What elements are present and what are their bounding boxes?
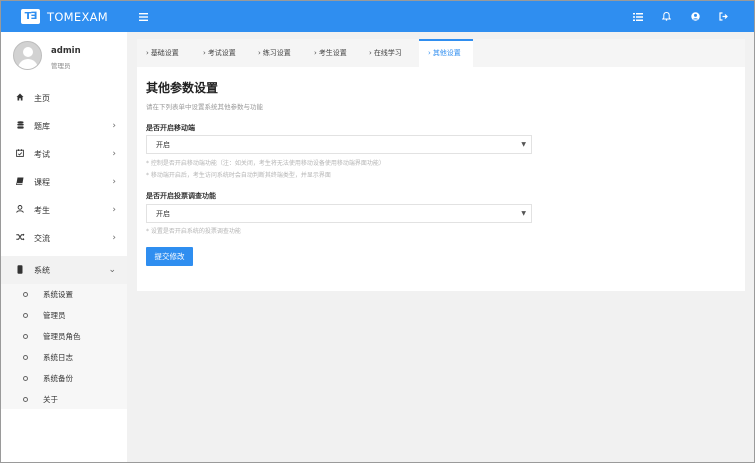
sidebar-item-label: 考生 (34, 205, 50, 215)
user-icon (15, 205, 25, 215)
survey-field-label: 是否开启投票调查功能 (146, 192, 216, 200)
tab-examinee-settings[interactable]: › 考生设置 (314, 39, 347, 67)
chevron-right-icon: › (112, 233, 116, 243)
submenu-item-about[interactable]: 关于 (1, 389, 127, 410)
chevron-right-icon: › (112, 177, 116, 187)
sidebar-item-home[interactable]: 主页 (1, 84, 127, 112)
tab-exam-settings[interactable]: › 考试设置 (203, 39, 236, 67)
sidebar-item-label: 课程 (34, 177, 50, 187)
submenu-item-admin-roles[interactable]: 管理员角色 (1, 326, 127, 347)
page-description: 请在下列表单中设置系统其他参数与功能 (146, 103, 263, 111)
sidebar-item-label: 主页 (34, 93, 50, 103)
page-title: 其他参数设置 (146, 81, 219, 95)
sidebar-item-label: 考试 (34, 149, 50, 159)
settings-tabs: › 基础设置 › 考试设置 › 练习设置 › 考生设置 › 在线学习 › 其他设置 (137, 39, 745, 67)
sidebar: admin 管理员 主页 题库 › 考试 › 课程 › 考生 › 交流 › 系统… (1, 32, 127, 462)
sidebar-item-question-bank[interactable]: 题库 › (1, 112, 127, 140)
tab-practice-settings[interactable]: › 练习设置 (258, 39, 291, 67)
chevron-right-icon: › (112, 205, 116, 215)
sidebar-item-system[interactable]: 系统 ⌄ (1, 256, 127, 284)
chevron-right-icon: › (428, 49, 431, 57)
submenu-item-system-log[interactable]: 系统日志 (1, 347, 127, 368)
caret-down-icon: ▼ (521, 141, 526, 148)
circle-icon (23, 313, 28, 318)
circle-icon (23, 397, 28, 402)
survey-select-value: 开启 (156, 209, 170, 218)
circle-icon (23, 292, 28, 297)
tab-basic-settings[interactable]: › 基础设置 (146, 39, 179, 67)
mobile-select-value: 开启 (156, 140, 170, 149)
tab-other-settings[interactable]: › 其他设置 (419, 39, 473, 67)
bell-icon[interactable] (658, 1, 674, 32)
submenu-item-label: 管理员角色 (43, 332, 81, 341)
tab-online-learning[interactable]: › 在线学习 (369, 39, 402, 67)
submenu-item-system-settings[interactable]: 系统设置 (1, 284, 127, 305)
logout-icon[interactable] (715, 1, 731, 32)
user-profile[interactable]: admin 管理员 (1, 32, 127, 80)
top-bar: T∃ TOMEXAM (1, 1, 754, 32)
mobile-hint-2: * 移动端开启后，考生访问系统时会自动判断其终端类型，并显示界面 (146, 172, 331, 179)
chevron-right-icon: › (314, 49, 317, 57)
mobile-select[interactable]: 开启 ▼ (146, 135, 532, 154)
chevron-right-icon: › (112, 149, 116, 159)
mobile-hint-1: * 控制是否开启移动端功能（注：如关闭，考生将无法使用移动设备使用移动端界面功能… (146, 160, 385, 167)
sidebar-item-label: 系统 (34, 265, 50, 275)
user-name: admin (51, 46, 81, 56)
app-window: T∃ TOMEXAM admin 管理员 主页 题库 › 考试 › 课程 › 考… (0, 0, 755, 463)
chevron-right-icon: › (146, 49, 149, 57)
sidebar-item-exam[interactable]: 考试 › (1, 140, 127, 168)
mobile-icon (15, 264, 25, 276)
list-icon[interactable] (630, 1, 646, 32)
submenu-item-label: 系统设置 (43, 290, 73, 299)
chevron-right-icon: › (203, 49, 206, 57)
survey-hint: * 设置是否开启系统的投票调查功能 (146, 228, 241, 235)
mobile-field-label: 是否开启移动端 (146, 124, 195, 132)
sidebar-item-course[interactable]: 课程 › (1, 168, 127, 196)
menu-toggle-icon[interactable] (135, 1, 151, 32)
submit-button[interactable]: 提交修改 (146, 247, 193, 266)
submenu-item-label: 管理员 (43, 311, 66, 320)
home-icon (15, 93, 25, 103)
sidebar-item-examinee[interactable]: 考生 › (1, 196, 127, 224)
settings-panel: › 基础设置 › 考试设置 › 练习设置 › 考生设置 › 在线学习 › 其他设置 其他参数… (137, 39, 745, 291)
caret-down-icon: ▼ (521, 210, 526, 217)
submenu-item-system-backup[interactable]: 系统备份 (1, 368, 127, 389)
brand[interactable]: T∃ TOMEXAM (1, 1, 127, 32)
sidebar-item-communication[interactable]: 交流 › (1, 224, 127, 252)
calendar-check-icon (15, 149, 25, 159)
sidebar-item-label: 交流 (34, 233, 50, 243)
brand-name: TOMEXAM (47, 9, 109, 24)
submenu-item-label: 系统日志 (43, 353, 73, 362)
user-role: 管理员 (51, 62, 71, 70)
avatar (13, 41, 42, 70)
circle-icon (23, 355, 28, 360)
database-icon (15, 121, 25, 131)
book-icon (15, 177, 25, 187)
brand-logo: T∃ (21, 9, 40, 24)
sidebar-item-label: 题库 (34, 121, 50, 131)
shuffle-icon (15, 233, 25, 243)
submenu-item-label: 关于 (43, 395, 58, 404)
system-submenu: 系统设置 管理员 管理员角色 系统日志 系统备份 关于 (1, 284, 127, 409)
submenu-item-label: 系统备份 (43, 374, 73, 383)
user-circle-icon[interactable] (687, 1, 703, 32)
circle-icon (23, 376, 28, 381)
chevron-down-icon: ⌄ (108, 265, 116, 275)
survey-select[interactable]: 开启 ▼ (146, 204, 532, 223)
chevron-right-icon: › (112, 121, 116, 131)
circle-icon (23, 334, 28, 339)
chevron-right-icon: › (369, 49, 372, 57)
chevron-right-icon: › (258, 49, 261, 57)
submenu-item-administrators[interactable]: 管理员 (1, 305, 127, 326)
